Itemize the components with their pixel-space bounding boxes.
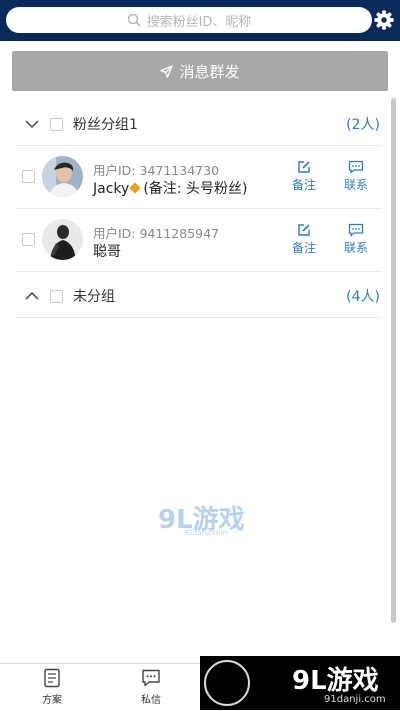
group-name: 未分组	[73, 289, 115, 305]
nav-label: 方案	[42, 695, 62, 706]
message-icon	[348, 160, 364, 174]
search-input[interactable]: 搜索粉丝ID、昵称	[6, 7, 372, 33]
footer-logo: 9L游戏 91danji.com	[200, 656, 400, 710]
contact-button[interactable]: 联系	[336, 160, 376, 193]
remark-label: 备注	[291, 241, 316, 255]
vip-diamond-icon	[129, 182, 141, 194]
avatar	[42, 219, 83, 260]
fan-nickname: Jacky	[93, 181, 130, 197]
watermark-logo: 9L游戏 91danji.com	[158, 499, 258, 539]
fan-row: 用户ID: 9411285947 聪哥 备注 联系	[16, 209, 382, 272]
edit-icon	[298, 161, 310, 173]
fan-checkbox[interactable]	[22, 233, 35, 246]
footer-logo-url: 91danji.com	[324, 694, 386, 705]
nav-label: 私信	[141, 695, 161, 706]
contact-button[interactable]: 联系	[336, 223, 376, 256]
nav-item-plan[interactable]: 方案	[27, 668, 77, 706]
footer-logo-text: 9L游戏	[292, 666, 379, 696]
broadcast-button[interactable]: 消息群发	[12, 51, 388, 91]
fan-note: (备注: 头号粉丝)	[143, 181, 248, 197]
search-icon	[127, 13, 141, 27]
fan-row: 用户ID: 3471134730 Jacky (备注: 头号粉丝) 备注 联系	[16, 146, 382, 209]
scrollbar[interactable]	[391, 98, 396, 623]
send-icon	[160, 64, 174, 78]
contact-label: 联系	[343, 241, 368, 255]
group-count: (2人)	[346, 117, 380, 133]
group-checkbox[interactable]	[50, 289, 63, 303]
avatar	[42, 156, 83, 197]
search-placeholder: 搜索粉丝ID、昵称	[146, 14, 252, 30]
fan-name: 聪哥	[93, 241, 121, 261]
user-id: 用户ID: 3471134730	[93, 163, 220, 178]
group-name: 粉丝分组1	[73, 117, 138, 133]
remark-button[interactable]: 备注	[284, 223, 324, 256]
edit-icon	[298, 224, 310, 236]
chat-icon	[142, 669, 160, 687]
fan-nickname: 聪哥	[93, 244, 121, 260]
group-header-2[interactable]: 未分组 (4人)	[16, 275, 382, 318]
message-icon	[348, 223, 364, 237]
top-bar: 搜索粉丝ID、昵称	[0, 0, 400, 41]
group-count: (4人)	[346, 289, 380, 305]
contact-label: 联系	[343, 178, 368, 192]
group-checkbox[interactable]	[50, 117, 63, 131]
remark-label: 备注	[291, 178, 316, 192]
chevron-up-icon[interactable]	[24, 288, 40, 304]
document-icon	[44, 668, 60, 688]
group-header-1[interactable]: 粉丝分组1 (2人)	[16, 103, 382, 146]
logo-circle-icon	[204, 660, 250, 706]
chevron-down-icon[interactable]	[24, 116, 40, 132]
watermark-url: 91danji.com	[184, 529, 228, 537]
bottom-nav: 方案 私信	[0, 663, 200, 711]
fan-name: Jacky (备注: 头号粉丝)	[93, 178, 247, 198]
nav-item-messages[interactable]: 私信	[126, 668, 176, 706]
fan-checkbox[interactable]	[22, 170, 35, 183]
broadcast-label: 消息群发	[179, 62, 240, 81]
remark-button[interactable]: 备注	[284, 160, 324, 193]
user-id: 用户ID: 9411285947	[93, 226, 220, 241]
gear-icon[interactable]	[373, 9, 395, 31]
